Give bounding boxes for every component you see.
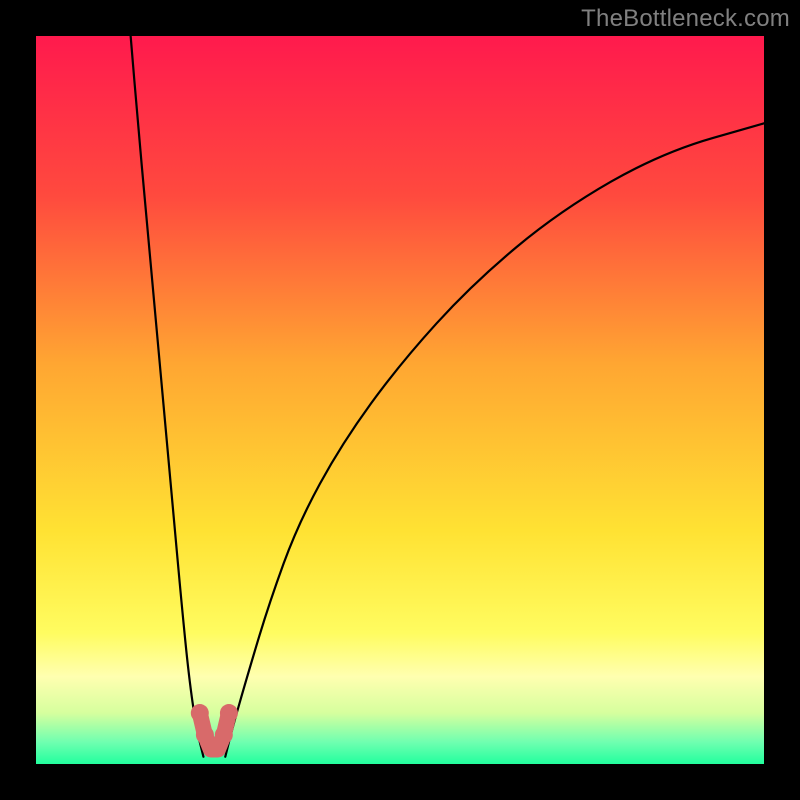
- watermark-text: TheBottleneck.com: [581, 5, 790, 33]
- chart-frame: { "watermark": "TheBottleneck.com", "cha…: [0, 0, 800, 800]
- plot-background: [36, 36, 764, 764]
- bottleneck-chart: [0, 0, 800, 800]
